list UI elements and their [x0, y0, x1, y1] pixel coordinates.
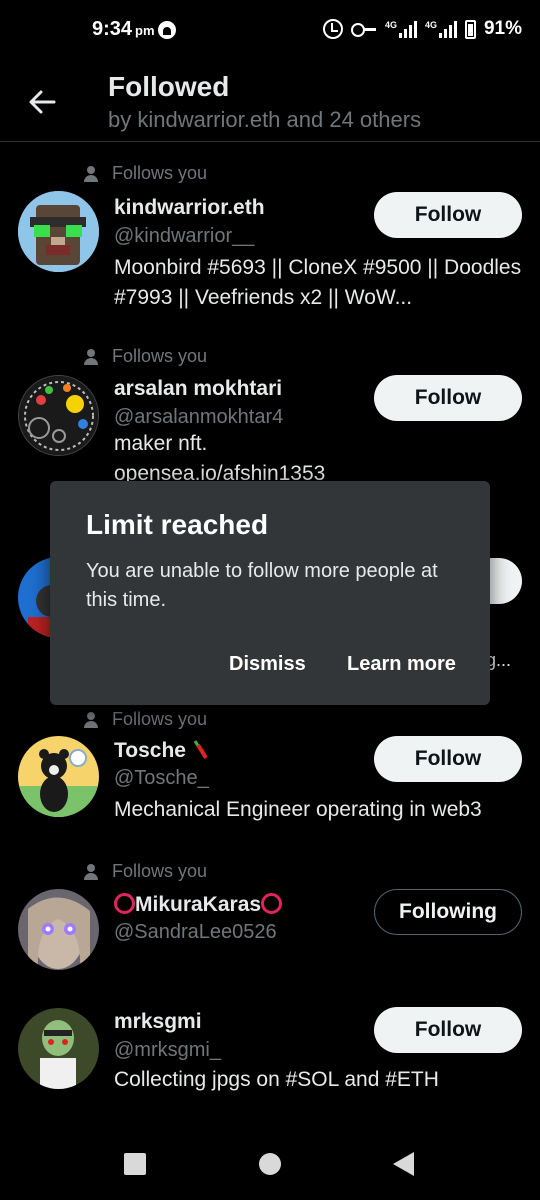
follows-you-label: Follows you: [84, 346, 207, 367]
avatar[interactable]: [18, 1008, 99, 1089]
limit-reached-dialog: Limit reached You are unable to follow m…: [50, 481, 490, 705]
follows-you-label: Follows you: [84, 163, 207, 184]
follow-button[interactable]: Follow: [374, 192, 522, 238]
notification-icon: [158, 21, 176, 39]
follow-button[interactable]: Follow: [374, 375, 522, 421]
battery-percent: 91%: [483, 18, 522, 39]
status-icons: 4G 4G 91%: [322, 18, 522, 40]
user-name[interactable]: kindwarrior.eth: [114, 196, 265, 220]
user-bio: Collecting jpgs on #SOL and #ETH: [114, 1068, 439, 1091]
avatar[interactable]: [18, 736, 99, 817]
dialog-title: Limit reached: [86, 509, 269, 540]
square-icon[interactable]: [124, 1153, 146, 1175]
vpn-key-icon: [350, 23, 377, 37]
user-name[interactable]: mrksgmi: [114, 1010, 202, 1034]
red-circle-emoji-icon: [261, 893, 283, 914]
user-bio: maker nft.: [114, 432, 208, 455]
list-item[interactable]: Follows you Tosche @Tosche_ Mechanical E…: [0, 703, 540, 853]
battery-icon: [464, 19, 476, 39]
person-icon: [84, 165, 98, 182]
user-handle: @SandraLee0526: [114, 921, 277, 943]
avatar[interactable]: [18, 889, 99, 970]
avatar[interactable]: [18, 375, 99, 456]
list-item[interactable]: Follows you kindwarrior.eth @kindwarrior…: [0, 143, 540, 333]
user-handle: @arsalanmokhtar4: [114, 406, 284, 428]
signal-icon-2: 4G: [425, 20, 457, 38]
person-icon: [84, 711, 98, 728]
follow-button[interactable]: Follow: [374, 1007, 522, 1053]
list-item[interactable]: mrksgmi @mrksgmi_ Collecting jpgs on #SO…: [0, 1003, 540, 1120]
back-arrow-icon[interactable]: [24, 84, 60, 120]
chili-pepper-icon: [193, 740, 208, 759]
user-name[interactable]: MikuraKaras: [114, 893, 283, 917]
page-title: Followed: [108, 71, 230, 102]
user-name[interactable]: Tosche: [114, 739, 208, 763]
list-item[interactable]: Follows you MikuraKaras @SandraLee0526 F…: [0, 853, 540, 1003]
following-button[interactable]: Following: [374, 889, 522, 935]
user-handle: @mrksgmi_: [114, 1039, 221, 1061]
circle-icon[interactable]: [259, 1153, 281, 1175]
user-bio: Moonbird #5693 || CloneX #9500 || Doodle…: [114, 256, 522, 309]
page-subtitle: by kindwarrior.eth and 24 others: [108, 107, 422, 132]
avatar[interactable]: [18, 191, 99, 272]
triangle-back-icon[interactable]: [393, 1152, 414, 1176]
user-name[interactable]: arsalan mokhtari: [114, 377, 282, 401]
status-time: 9:34 pm: [92, 18, 155, 40]
alarm-icon: [322, 19, 343, 39]
person-icon: [84, 863, 98, 880]
learn-more-button[interactable]: Learn more: [347, 653, 456, 676]
status-bar: 9:34 pm 4G 4G 91%: [0, 0, 540, 60]
follows-you-label: Follows you: [84, 709, 207, 730]
follows-you-label: Follows you: [84, 861, 207, 882]
dismiss-button[interactable]: Dismiss: [229, 653, 306, 676]
user-bio-link[interactable]: opensea.io/afshin1353: [114, 459, 524, 481]
red-circle-emoji-icon: [114, 893, 135, 914]
user-handle: @kindwarrior__: [114, 225, 255, 247]
user-bio: Mechanical Engineer operating in web3: [114, 798, 482, 821]
signal-icon-1: 4G: [385, 20, 417, 38]
system-nav-bar: [0, 1120, 540, 1200]
dialog-message: You are unable to follow more people at …: [86, 560, 438, 611]
follow-button[interactable]: Follow: [374, 736, 522, 782]
person-icon: [84, 348, 98, 365]
list-item[interactable]: Follows you arsalan mokhtari @arsalanmok…: [0, 333, 540, 483]
page-header: Followed by kindwarrior.eth and 24 other…: [0, 60, 540, 142]
user-handle: @Tosche_: [114, 767, 209, 789]
